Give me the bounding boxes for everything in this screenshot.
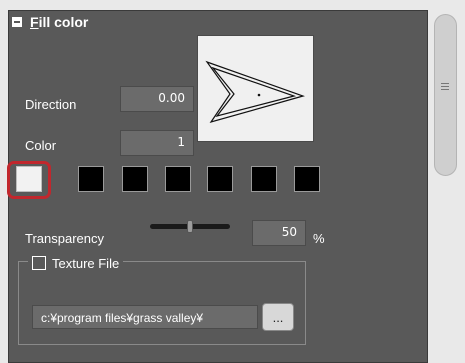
texture-path-input[interactable]: c:¥program files¥grass valley¥ <box>32 305 258 329</box>
transparency-field[interactable]: 50 <box>252 220 306 246</box>
color-swatch-3[interactable] <box>122 166 148 192</box>
direction-field[interactable]: 0.00 <box>120 86 194 112</box>
color-swatch-6[interactable] <box>251 166 277 192</box>
color-swatch-5[interactable] <box>207 166 233 192</box>
collapse-icon[interactable] <box>12 17 22 27</box>
color-label: Color <box>25 138 57 153</box>
grip-icon <box>441 83 449 92</box>
transparency-label: Transparency <box>25 231 104 246</box>
transparency-slider-thumb[interactable] <box>187 220 193 233</box>
color-field[interactable]: 1 <box>120 130 194 156</box>
scrollbar-thumb[interactable] <box>434 14 457 176</box>
texture-checkbox-label: Texture File <box>52 255 120 271</box>
section-header[interactable]: Fill color <box>12 12 88 32</box>
section-title: Fill color <box>30 14 89 30</box>
selected-swatch-highlight <box>7 161 51 199</box>
texture-checkbox[interactable] <box>32 256 46 270</box>
percent-unit: % <box>313 231 325 246</box>
fill-preview <box>197 35 314 142</box>
browse-button[interactable]: ... <box>262 303 294 331</box>
texture-file-toggle[interactable]: Texture File <box>28 253 124 273</box>
arrow-shape-icon <box>205 60 305 124</box>
direction-label: Direction <box>25 97 77 112</box>
color-swatch-4[interactable] <box>165 166 191 192</box>
color-swatch-2[interactable] <box>78 166 104 192</box>
color-swatch-7[interactable] <box>294 166 320 192</box>
